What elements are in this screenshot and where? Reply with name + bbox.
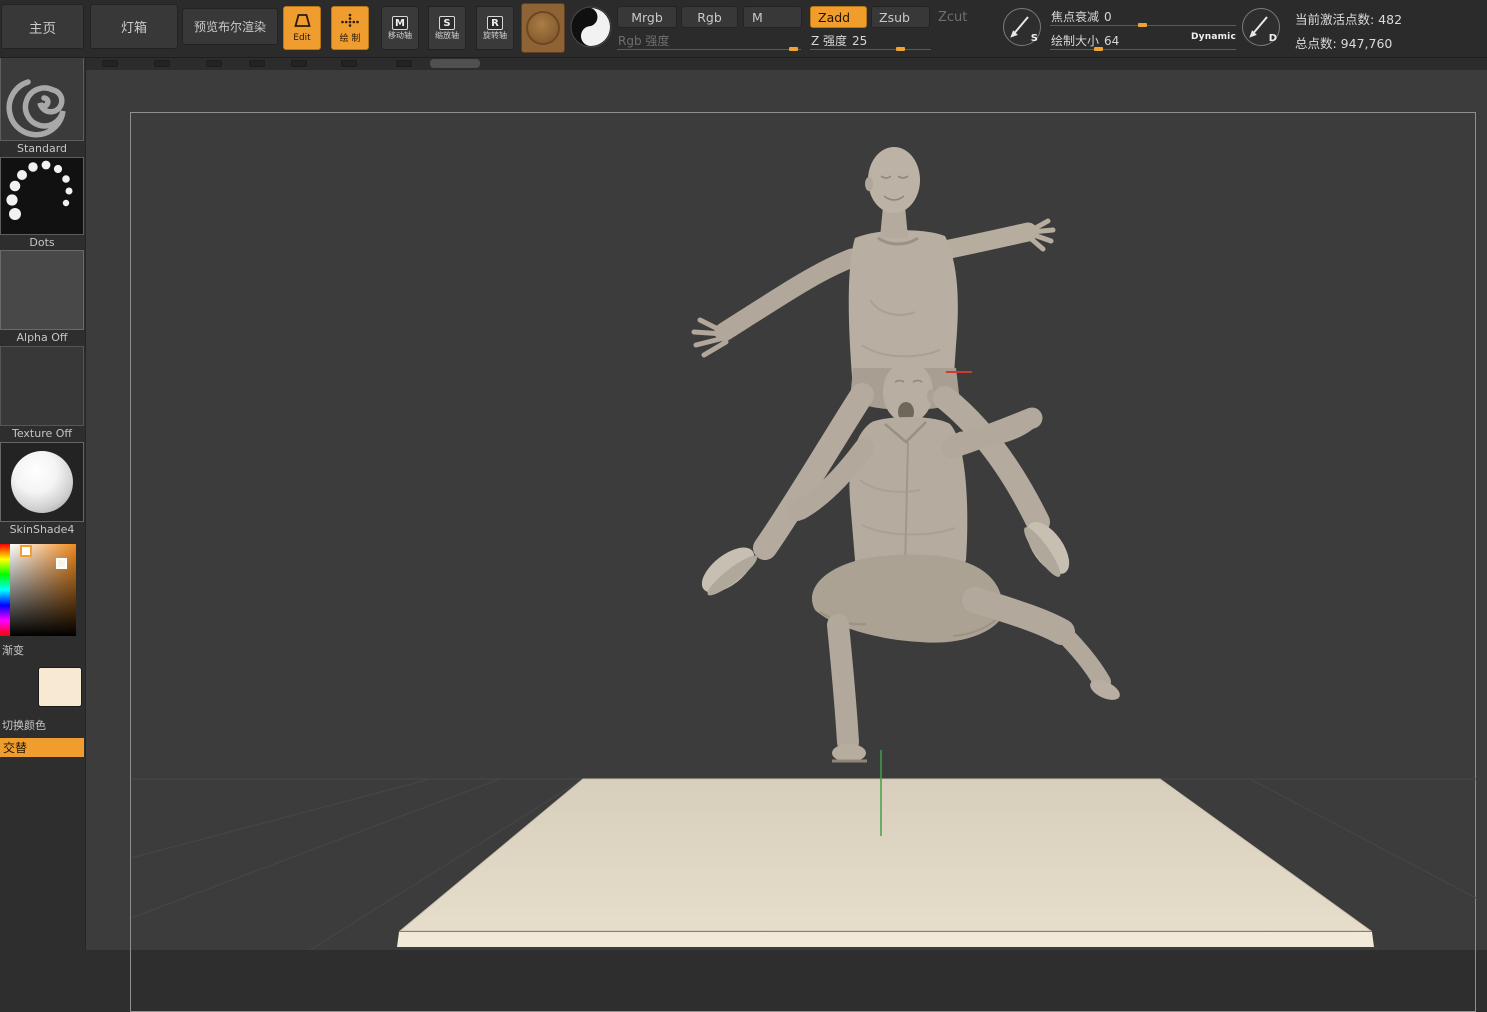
rgb-intensity-knob[interactable] xyxy=(789,47,798,51)
scale-label: 缩放轴 xyxy=(435,31,459,40)
rgb-intensity-label: Rgb 强度 xyxy=(618,34,670,48)
canvas-scrollbar[interactable] xyxy=(430,59,480,68)
stroke-selector[interactable]: Dots xyxy=(0,157,84,249)
dots-stroke-icon xyxy=(6,160,73,220)
draw-size-knob[interactable] xyxy=(1094,47,1103,51)
left-sneaker xyxy=(701,547,758,596)
switch-color-label[interactable]: 切换颜色 xyxy=(2,717,46,733)
picker-cursor[interactable] xyxy=(56,558,67,569)
rotate-icon: R xyxy=(487,16,503,30)
tray-divider-strip xyxy=(86,57,1487,70)
focal-shift-knob[interactable] xyxy=(1138,23,1147,27)
material-sphere-icon xyxy=(11,451,73,513)
color-picker[interactable] xyxy=(0,544,86,636)
left-shelf: Standard Dots Alpha Off Texture Off Skin… xyxy=(0,57,86,950)
brush-s-letter: S xyxy=(1030,33,1038,44)
draw-size-label: 绘制大小 64 xyxy=(1051,34,1120,48)
alternate-color-button[interactable]: 交替 xyxy=(0,738,84,757)
top-toolbar: 主页 灯箱 预览布尔渲染 Edit 绘 制 M 移动轴 S 缩放轴 R 旋转轴 xyxy=(0,0,1487,58)
current-brush-preview[interactable] xyxy=(521,3,565,53)
lightbox-button[interactable]: 灯箱 xyxy=(90,4,178,49)
edit-mode-label: Edit xyxy=(293,33,311,43)
viewport-canvas[interactable] xyxy=(86,70,1487,1012)
texture-selector[interactable]: Texture Off xyxy=(0,346,84,440)
zcut-button[interactable]: Zcut xyxy=(938,10,967,25)
z-intensity-knob[interactable] xyxy=(896,47,905,51)
gradient-label: 渐变 xyxy=(2,644,24,657)
dynamic-mode-label[interactable]: Dynamic xyxy=(1191,32,1236,42)
z-intensity-value: 25 xyxy=(852,34,868,48)
mrgb-button[interactable]: Mrgb xyxy=(617,6,677,28)
focal-shift-label: 焦点衰减 0 xyxy=(1051,10,1112,24)
rotate-gizmo-button[interactable]: R 旋转轴 xyxy=(476,6,514,50)
tray-divider-grip[interactable] xyxy=(206,60,222,67)
preview-boolean-button[interactable]: 预览布尔渲染 xyxy=(182,8,278,45)
current-material-sphere-icon[interactable] xyxy=(570,6,612,48)
active-points-count: 当前激活点数: 482 xyxy=(1295,12,1403,27)
rgb-intensity-slider[interactable]: Rgb 强度 xyxy=(617,31,801,51)
focal-shift-value: 0 xyxy=(1104,10,1112,24)
z-intensity-slider[interactable]: Z 强度 25 xyxy=(810,31,931,51)
m-button[interactable]: M xyxy=(743,6,802,28)
sculpt-brush-s-icon[interactable]: S xyxy=(1003,8,1041,46)
rotate-label: 旋转轴 xyxy=(483,31,507,40)
brush-selector[interactable]: Standard xyxy=(0,57,84,155)
move-icon: M xyxy=(392,16,408,30)
tray-divider-grip[interactable] xyxy=(291,60,307,67)
rgb-button[interactable]: Rgb xyxy=(681,6,738,28)
z-intensity-track xyxy=(810,49,931,50)
draw-mode-label: 绘 制 xyxy=(339,33,361,44)
total-points-count: 总点数: 947,760 xyxy=(1295,36,1393,51)
tray-divider-grip[interactable] xyxy=(249,60,265,67)
tray-divider-grip[interactable] xyxy=(341,60,357,67)
alternate-label: 交替 xyxy=(3,741,28,755)
scene-3d[interactable] xyxy=(86,70,1487,950)
brush-alpha-icon xyxy=(526,11,560,45)
current-color-swatch[interactable] xyxy=(38,667,82,707)
texture-name: Texture Off xyxy=(11,427,72,440)
alpha-selector[interactable]: Alpha Off xyxy=(0,250,84,344)
sculpt-brush-d-icon[interactable]: D xyxy=(1242,8,1280,46)
brush-name: Standard xyxy=(16,142,68,155)
primary-color-swatch[interactable] xyxy=(20,545,32,557)
scale-gizmo-button[interactable]: S 缩放轴 xyxy=(428,6,466,50)
tray-divider-grip[interactable] xyxy=(154,60,170,67)
focal-shift-slider[interactable]: 焦点衰减 0 xyxy=(1050,7,1236,27)
model-figures xyxy=(691,147,1120,763)
move-gizmo-button[interactable]: M 移动轴 xyxy=(381,6,419,50)
move-label: 移动轴 xyxy=(388,31,412,40)
draw-size-value: 64 xyxy=(1104,34,1120,48)
alpha-name: Alpha Off xyxy=(16,331,68,344)
edit-mode-button[interactable]: Edit xyxy=(283,6,321,50)
tray-divider-grip[interactable] xyxy=(102,60,118,67)
zsub-button[interactable]: Zsub xyxy=(871,6,930,28)
scale-icon: S xyxy=(439,16,455,30)
upper-figure-head xyxy=(868,147,920,213)
tray-divider-grip[interactable] xyxy=(396,60,412,67)
zadd-button[interactable]: Zadd xyxy=(810,6,867,28)
brush-d-letter: D xyxy=(1268,33,1277,44)
standard-brush-icon xyxy=(1,58,83,140)
material-selector[interactable]: SkinShade4 xyxy=(0,442,84,536)
rgb-intensity-track xyxy=(617,49,801,50)
draw-crosshair-icon xyxy=(340,13,360,33)
material-name: SkinShade4 xyxy=(9,523,75,536)
home-button[interactable]: 主页 xyxy=(1,4,84,49)
z-intensity-label: Z 强度 25 xyxy=(811,34,868,48)
draw-mode-button[interactable]: 绘 制 xyxy=(331,6,369,50)
edit-icon xyxy=(292,13,312,32)
draw-size-track xyxy=(1050,49,1236,50)
draw-size-slider[interactable]: 绘制大小 64 Dynamic xyxy=(1050,31,1236,51)
hue-strip[interactable] xyxy=(0,544,10,636)
sandal-foot xyxy=(832,744,866,762)
stroke-name: Dots xyxy=(29,236,55,249)
